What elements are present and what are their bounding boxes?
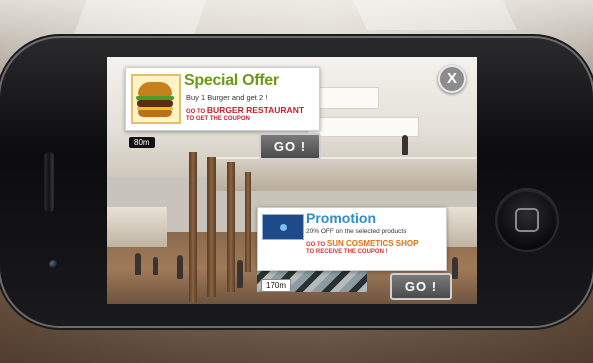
promotion-card[interactable]: Promotion 20% OFF on the selected produc… [257, 207, 447, 271]
promotion-description: 20% OFF on the selected products [306, 228, 407, 235]
front-camera [49, 260, 58, 269]
promotion-go-button[interactable]: GO ! [390, 273, 452, 300]
background-beam [73, 0, 207, 36]
shopper [153, 257, 158, 275]
home-square-icon [515, 208, 539, 232]
special-offer-card[interactable]: Special Offer Buy 1 Burger and get 2 ! G… [125, 67, 320, 131]
offer-store-name: BURGER RESTAURANT [206, 105, 305, 115]
background-beam [353, 0, 517, 30]
promotion-title: Promotion [306, 210, 376, 226]
skylight [307, 117, 419, 137]
ar-camera-view: X Special Offer Buy 1 Burger and get 2 !… [107, 57, 477, 304]
wood-column [227, 162, 235, 292]
shopper [452, 257, 458, 279]
home-button[interactable] [497, 190, 557, 250]
shopper [177, 255, 183, 279]
offer-description: Buy 1 Burger and get 2 ! [186, 93, 268, 102]
wood-column [189, 152, 197, 302]
wood-column [207, 157, 216, 297]
offer-cta-prefix: GO TO [186, 109, 206, 115]
wood-column [245, 172, 251, 272]
offer-cta: GO TO BURGER RESTAURANT TO GET THE COUPO… [186, 105, 305, 123]
logo-dot-icon [279, 223, 287, 231]
promotion-cta: GO TO SUN COSMETICS SHOP TO RECEIVE THE … [306, 240, 418, 256]
offer-go-button[interactable]: GO ! [259, 133, 321, 160]
promotion-cta-prefix: GO TO [306, 242, 326, 248]
offer-title: Special Offer [184, 72, 279, 89]
close-button[interactable]: X [438, 65, 466, 93]
shopper [402, 135, 408, 155]
storefront [107, 207, 167, 247]
burger-bun-bottom [138, 110, 172, 117]
burger-patty [137, 100, 173, 107]
promotion-distance: 170m [261, 279, 292, 292]
shopper [237, 260, 243, 288]
promotion-store-name: SUN COSMETICS SHOP [326, 239, 419, 248]
shopper [135, 253, 141, 275]
cosmetics-logo-icon [262, 214, 304, 240]
offer-distance: 80m [129, 137, 155, 148]
burger-bun-top [138, 82, 172, 96]
speaker-slot [44, 151, 54, 213]
promotion-cta-suffix: TO RECEIVE THE COUPON ! [306, 249, 388, 255]
burger-icon [131, 74, 181, 124]
offer-cta-suffix: TO GET THE COUPON [186, 116, 250, 122]
